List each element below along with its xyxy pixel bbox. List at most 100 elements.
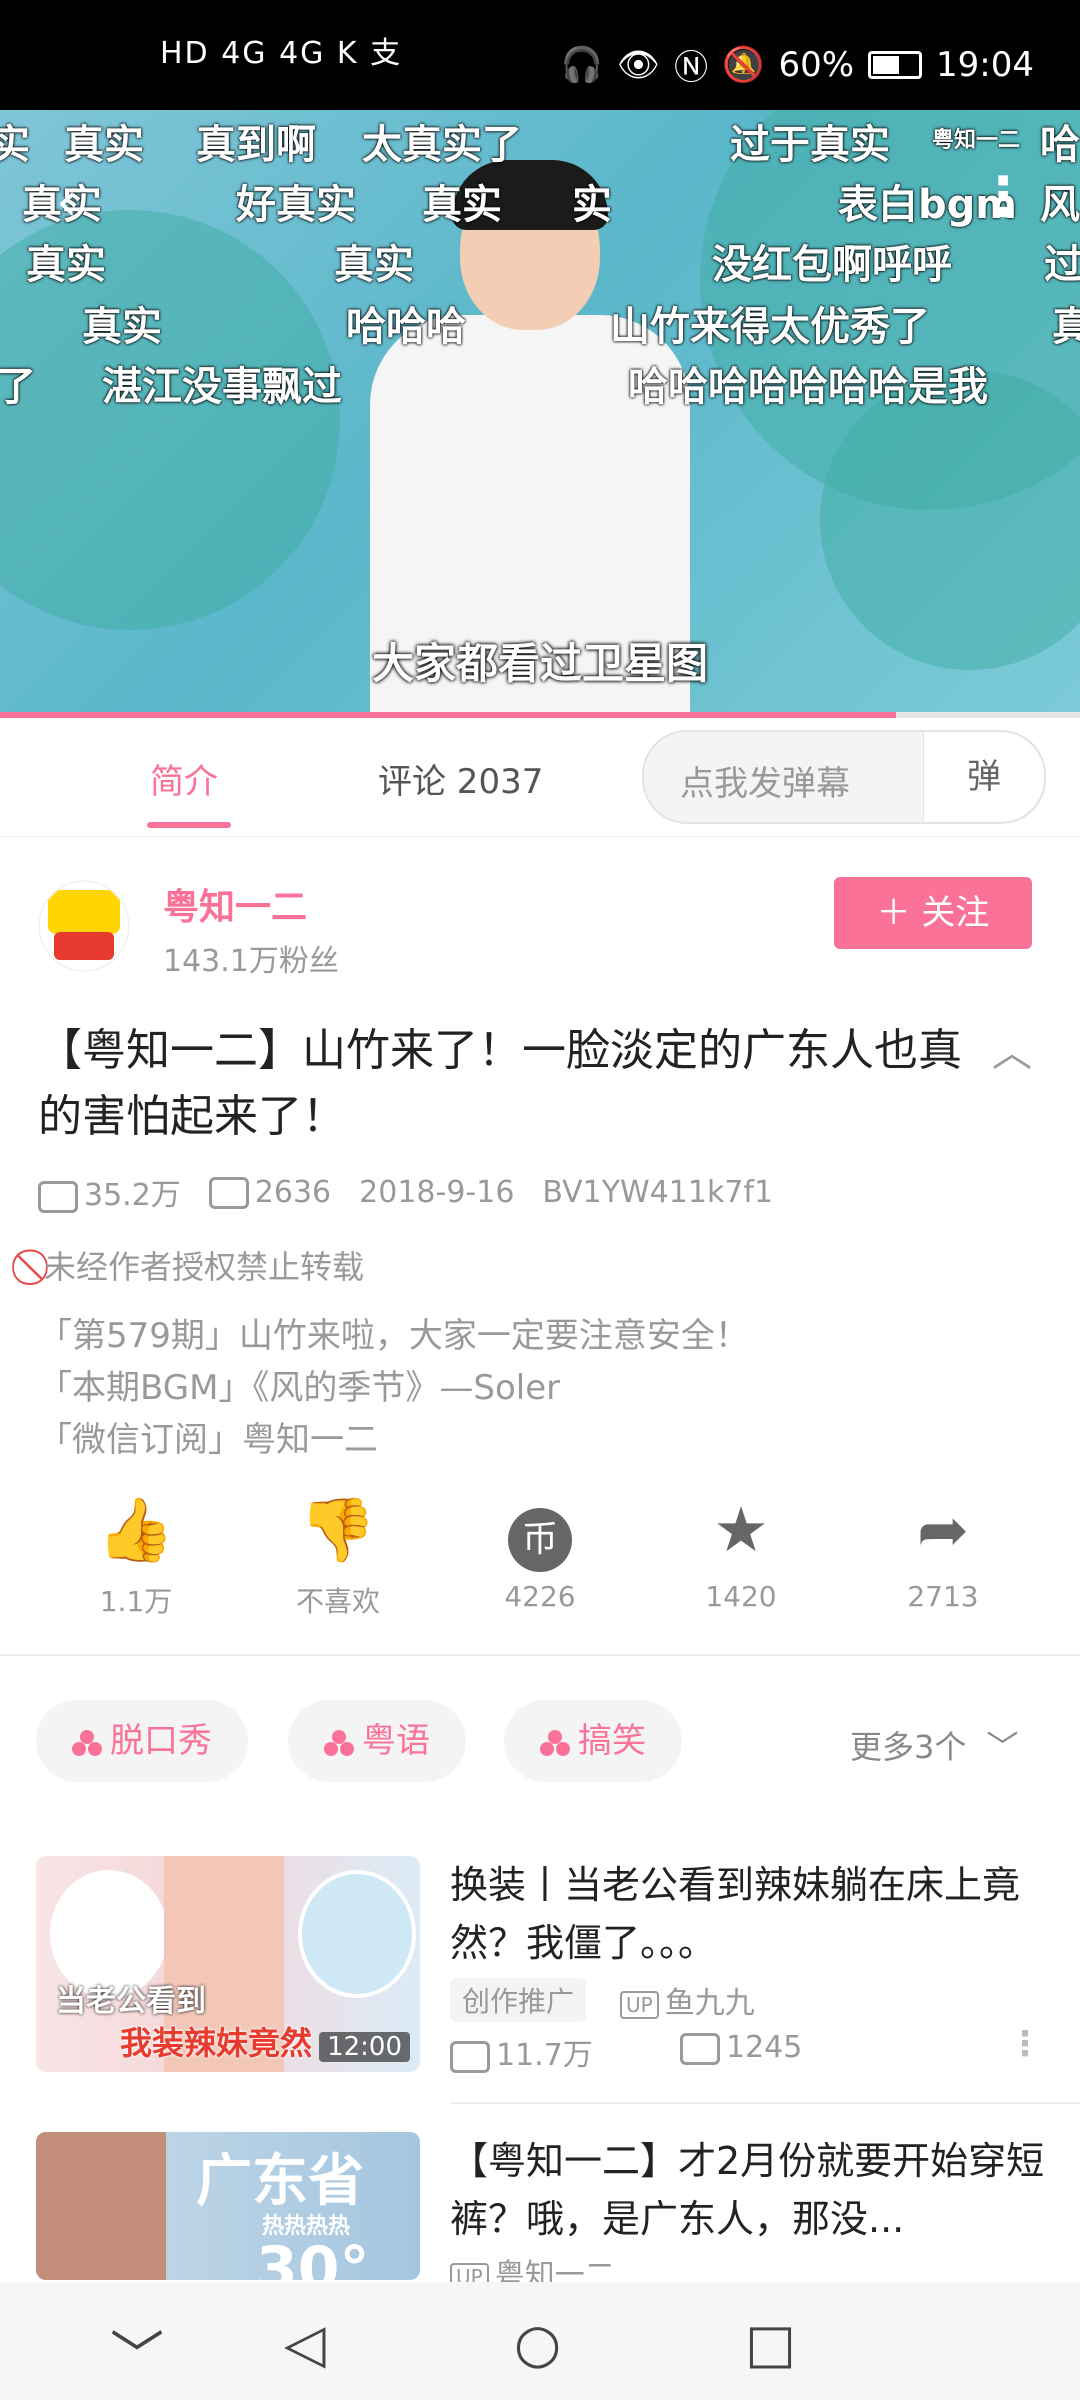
star-icon: ★: [713, 1493, 769, 1566]
more-vertical-icon[interactable]: ⋮: [1008, 2024, 1042, 2064]
thumb-portrait: [298, 1870, 416, 1998]
thumb-portrait: [36, 2132, 166, 2280]
like-count: 1.1万: [99, 1585, 173, 1618]
share-icon: ➦: [917, 1493, 969, 1566]
views-count: 35.2万: [84, 1178, 181, 1213]
chevron-down-icon: ﹀: [986, 1728, 1019, 1766]
copyright-notice: ⃠未经作者授权禁止转载: [38, 1242, 364, 1288]
divider: [450, 2102, 1080, 2104]
uploader-name: 鱼九九: [664, 1986, 755, 2021]
danmaku-item: 过于真实: [730, 122, 890, 168]
avatar-shape: [48, 890, 120, 934]
description-line: 「本期BGM」《风的季节》—Soler: [38, 1368, 561, 1408]
back-arrow-icon[interactable]: ‹: [56, 170, 78, 233]
recommendation-uploader: UP 鱼九九: [620, 1978, 755, 2022]
recommendation-title[interactable]: 【粤知一二】才2月份就要开始穿短裤？哦，是广东人，那没...: [450, 2132, 1050, 2248]
avatar[interactable]: [38, 880, 130, 972]
danmaku-item: 实: [0, 122, 30, 168]
danmaku-stat: 2636: [208, 1175, 331, 1210]
danmaku-item: 粤知一二: [932, 128, 1021, 153]
home-circle-icon[interactable]: ○: [514, 2312, 561, 2375]
uploader-fans: 143.1万粉丝: [163, 944, 339, 979]
danmaku-count-icon: [680, 2032, 720, 2065]
tag-label: 粤语: [362, 1721, 430, 1761]
recommendation-comments: 1245: [680, 2030, 802, 2065]
views-stat: 35.2万: [38, 1170, 181, 1214]
danmaku-item: 真实: [64, 122, 144, 168]
danmaku-item: 真到啊: [196, 122, 316, 168]
danmaku-item: 湛江没事飘过: [102, 364, 342, 410]
tab-intro[interactable]: 简介: [150, 754, 218, 803]
recent-apps-icon[interactable]: □: [745, 2312, 796, 2375]
network-status: HD 4G 4G K 支: [160, 36, 403, 71]
like-button[interactable]: 👍 1.1万: [46, 1490, 226, 1620]
uploader-name[interactable]: 粤知一二: [163, 878, 307, 930]
status-right: 🎧 👁 Ⓝ 🔕 60% 19:04: [561, 40, 1034, 89]
danmaku-item: 山竹来得太优秀了: [610, 304, 930, 350]
tag-icon: [540, 1729, 570, 1756]
share-button[interactable]: ➦ 2713: [853, 1490, 1033, 1613]
tag-chip[interactable]: 粤语: [288, 1700, 466, 1782]
status-bar: HD 4G 4G K 支 🎧 👁 Ⓝ 🔕 60% 19:04: [0, 0, 1080, 110]
danmaku-item: 太真实了: [362, 122, 522, 168]
follow-button[interactable]: ＋ 关注: [834, 877, 1032, 949]
up-icon: UP: [620, 1990, 659, 2019]
danmaku-item: 哈: [1040, 122, 1080, 168]
avatar-shape: [54, 932, 114, 960]
battery-icon: [868, 50, 923, 79]
danmaku-item: 了: [0, 364, 36, 410]
danmaku-item: 真实: [82, 304, 162, 350]
promotion-badge: 创作推广: [450, 1978, 587, 2022]
favorite-button[interactable]: ★ 1420: [651, 1490, 831, 1613]
chevron-up-icon[interactable]: ︿: [992, 1020, 1032, 1078]
video-person: [360, 140, 700, 712]
recommendation-views: 11.7万: [450, 2030, 593, 2074]
description-line: 「第579期」山竹来啦，大家一定要注意安全！: [38, 1316, 749, 1356]
thumb-caption: 30°: [256, 2234, 370, 2280]
description-line: 「微信订阅」粤知一二: [38, 1420, 378, 1460]
danmaku-item: 风: [1040, 182, 1080, 228]
danmaku-item: 没红包啊呼呼: [712, 242, 952, 288]
action-bar: 👍 1.1万 👎 不喜欢 币 4226 ★ 1420 ➦ 2713: [0, 1490, 1080, 1640]
tag-chip[interactable]: 搞笑: [504, 1700, 682, 1782]
thumb-caption: 我装辣妹竟然: [120, 2024, 313, 2062]
coin-button[interactable]: 币 4226: [450, 1490, 630, 1613]
recommendation-thumbnail[interactable]: 广东省 热热热热 30°: [36, 2132, 420, 2280]
danmaku-item: 真: [1052, 304, 1080, 350]
video-duration: 12:00: [319, 2032, 410, 2062]
back-triangle-icon[interactable]: ◁: [284, 2312, 326, 2375]
danmaku-input-box[interactable]: 点我发弹幕 弹: [642, 730, 1046, 824]
danmaku-item: 哈哈哈哈哈哈哈是我: [628, 364, 988, 410]
tag-label: 脱口秀: [110, 1721, 212, 1761]
copyright-text: 未经作者授权禁止转载: [44, 1248, 365, 1286]
thumb-caption: 当老公看到: [56, 1984, 206, 2019]
video-stats: 35.2万 2636 2018-9-16 BV1YW411k7f1: [38, 1170, 773, 1214]
danmaku-item: 真实: [334, 242, 414, 288]
recommendation-thumbnail[interactable]: 当老公看到 我装辣妹竟然 12:00: [36, 1856, 420, 2072]
tag-label: 搞笑: [578, 1721, 646, 1761]
chevron-down-icon[interactable]: ﹀: [110, 2312, 164, 2391]
video-subtitle: 大家都看过卫星图: [371, 639, 708, 688]
danmaku-item: 过: [1044, 242, 1080, 288]
favorite-count: 1420: [705, 1580, 777, 1613]
play-count-icon: [38, 1180, 78, 1213]
danmaku-toggle-icon[interactable]: 弹: [923, 732, 1044, 822]
mute-icon: 🔕: [722, 44, 765, 85]
eye-icon: 👁: [616, 44, 661, 85]
headphone-icon: 🎧: [560, 44, 603, 85]
tab-comments[interactable]: 评论 2037: [378, 754, 543, 803]
danmaku-item: 真实: [422, 182, 502, 228]
video-player[interactable]: 实 真实 真到啊 太真实了 过于真实 粤知一二 哈 真实 好真实 真实 实 表白…: [0, 110, 1080, 712]
recommendation-title[interactable]: 换装丨当老公看到辣妹躺在床上竟然？我僵了。。。: [450, 1856, 1050, 1972]
comments-count: 1245: [726, 2030, 803, 2065]
more-vertical-icon[interactable]: ⋮: [976, 165, 1030, 228]
divider: [0, 1654, 1080, 1656]
thumb-caption: 广东省: [196, 2149, 364, 2214]
danmaku-input-placeholder[interactable]: 点我发弹幕: [680, 756, 850, 805]
publish-date: 2018-9-16: [359, 1174, 515, 1210]
more-tags-button[interactable]: 更多3个 ﹀: [850, 1722, 1019, 1768]
play-count-icon: [450, 2040, 490, 2073]
nfc-icon: Ⓝ: [674, 48, 709, 88]
dislike-button[interactable]: 👎 不喜欢: [248, 1490, 428, 1620]
tag-chip[interactable]: 脱口秀: [36, 1700, 248, 1782]
